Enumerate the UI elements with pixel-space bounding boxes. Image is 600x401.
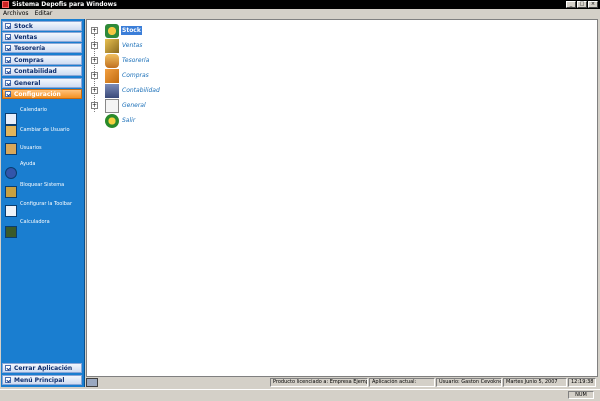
status-date: Martes Junio 5, 2007 [503, 378, 567, 387]
close-button[interactable]: × [588, 1, 598, 8]
calendar-icon [5, 113, 17, 125]
users-icon [5, 125, 17, 137]
expand-icon[interactable]: + [91, 102, 98, 109]
sidebar-item-calculadora[interactable]: Calculadora [3, 217, 81, 238]
chevron-icon [5, 80, 11, 86]
status-app: Aplicación actual: [369, 378, 435, 387]
sidebar-group-compras[interactable]: Compras [2, 55, 82, 65]
help-icon [5, 167, 17, 179]
chevron-icon [5, 23, 11, 29]
expand-icon[interactable]: + [91, 42, 98, 49]
sidebar-item-bloquear[interactable]: Bloquear Sistema [3, 180, 81, 198]
lock-icon [5, 186, 17, 198]
chevron-icon [5, 45, 11, 51]
sidebar-group-contabilidad[interactable]: Contabilidad [2, 66, 82, 76]
menu-archivos[interactable]: Archivos [0, 9, 32, 18]
sidebar-group-cerrar[interactable]: Cerrar Aplicación [2, 363, 82, 373]
chevron-icon [5, 34, 11, 40]
status-computer-icon [86, 378, 98, 387]
num-lock-indicator: NUM [568, 391, 594, 399]
general-icon [105, 99, 119, 113]
sidebar-item-calendario[interactable]: Calendario [3, 107, 81, 125]
expand-icon[interactable]: + [91, 57, 98, 64]
title-bar: Sistema Depofis para Windows _ □ × [0, 0, 600, 9]
maximize-button[interactable]: □ [577, 1, 587, 8]
tree-node-tesoreria[interactable]: + Tesorería [91, 54, 231, 68]
chevron-icon [5, 365, 11, 371]
sidebar-group-stock[interactable]: Stock [2, 21, 82, 31]
sales-icon [105, 39, 119, 53]
sidebar-group-menu-principal[interactable]: Menú Principal [2, 375, 82, 385]
sidebar: Stock Ventas Tesorería Compras Contabili… [1, 19, 85, 387]
window-title: Sistema Depofis para Windows [12, 1, 117, 8]
expand-icon[interactable]: + [91, 27, 98, 34]
menu-editar[interactable]: Editar [32, 9, 56, 18]
sidebar-group-configuracion[interactable]: Configuración [2, 89, 82, 99]
chevron-icon [5, 91, 11, 97]
main-tree-panel: + Stock + Ventas + Tesorería + Compras +… [86, 19, 598, 377]
status-bar: Producto licenciado a: Empresa Ejemplo S… [86, 377, 600, 388]
exit-icon [105, 114, 119, 128]
app-icon[interactable] [2, 1, 9, 8]
minimize-button[interactable]: _ [566, 1, 576, 8]
chevron-icon [5, 68, 11, 74]
tree-node-general[interactable]: + General [91, 99, 231, 113]
sidebar-item-cambiar-usuario[interactable]: Cambiar de Usuario [3, 125, 81, 143]
status-time: 12:19:38 [568, 378, 596, 387]
tree-node-ventas[interactable]: + Ventas [91, 39, 231, 53]
tree-node-contabilidad[interactable]: + Contabilidad [91, 84, 231, 98]
menu-bar: Archivos Editar [0, 9, 600, 18]
sidebar-group-general[interactable]: General [2, 78, 82, 88]
tree-node-compras[interactable]: + Compras [91, 69, 231, 83]
status-user: Usuario: Gaston Cevoknesi [436, 378, 502, 387]
bottom-bar: NUM [0, 389, 600, 401]
user-icon [5, 143, 17, 155]
sidebar-group-tesoreria[interactable]: Tesorería [2, 43, 82, 53]
chevron-icon [5, 57, 11, 63]
tree-node-stock[interactable]: + Stock [91, 24, 231, 38]
accounting-icon [105, 84, 119, 98]
calculator-icon [5, 226, 17, 238]
toolbar-icon [5, 205, 17, 217]
status-license: Producto licenciado a: Empresa Ejemplo S… [270, 378, 368, 387]
purchases-icon [105, 69, 119, 83]
sidebar-item-usuarios[interactable]: Usuarios [3, 143, 81, 161]
stock-icon [105, 24, 119, 38]
treasury-icon [105, 54, 119, 68]
sidebar-item-ayuda[interactable]: Ayuda [3, 161, 81, 179]
expand-icon[interactable]: + [91, 72, 98, 79]
tree-node-salir[interactable]: Salir [91, 114, 231, 128]
sidebar-group-ventas[interactable]: Ventas [2, 32, 82, 42]
sidebar-item-toolbar[interactable]: Configurar la Toolbar [3, 199, 81, 217]
chevron-icon [5, 377, 11, 383]
expand-icon[interactable]: + [91, 87, 98, 94]
